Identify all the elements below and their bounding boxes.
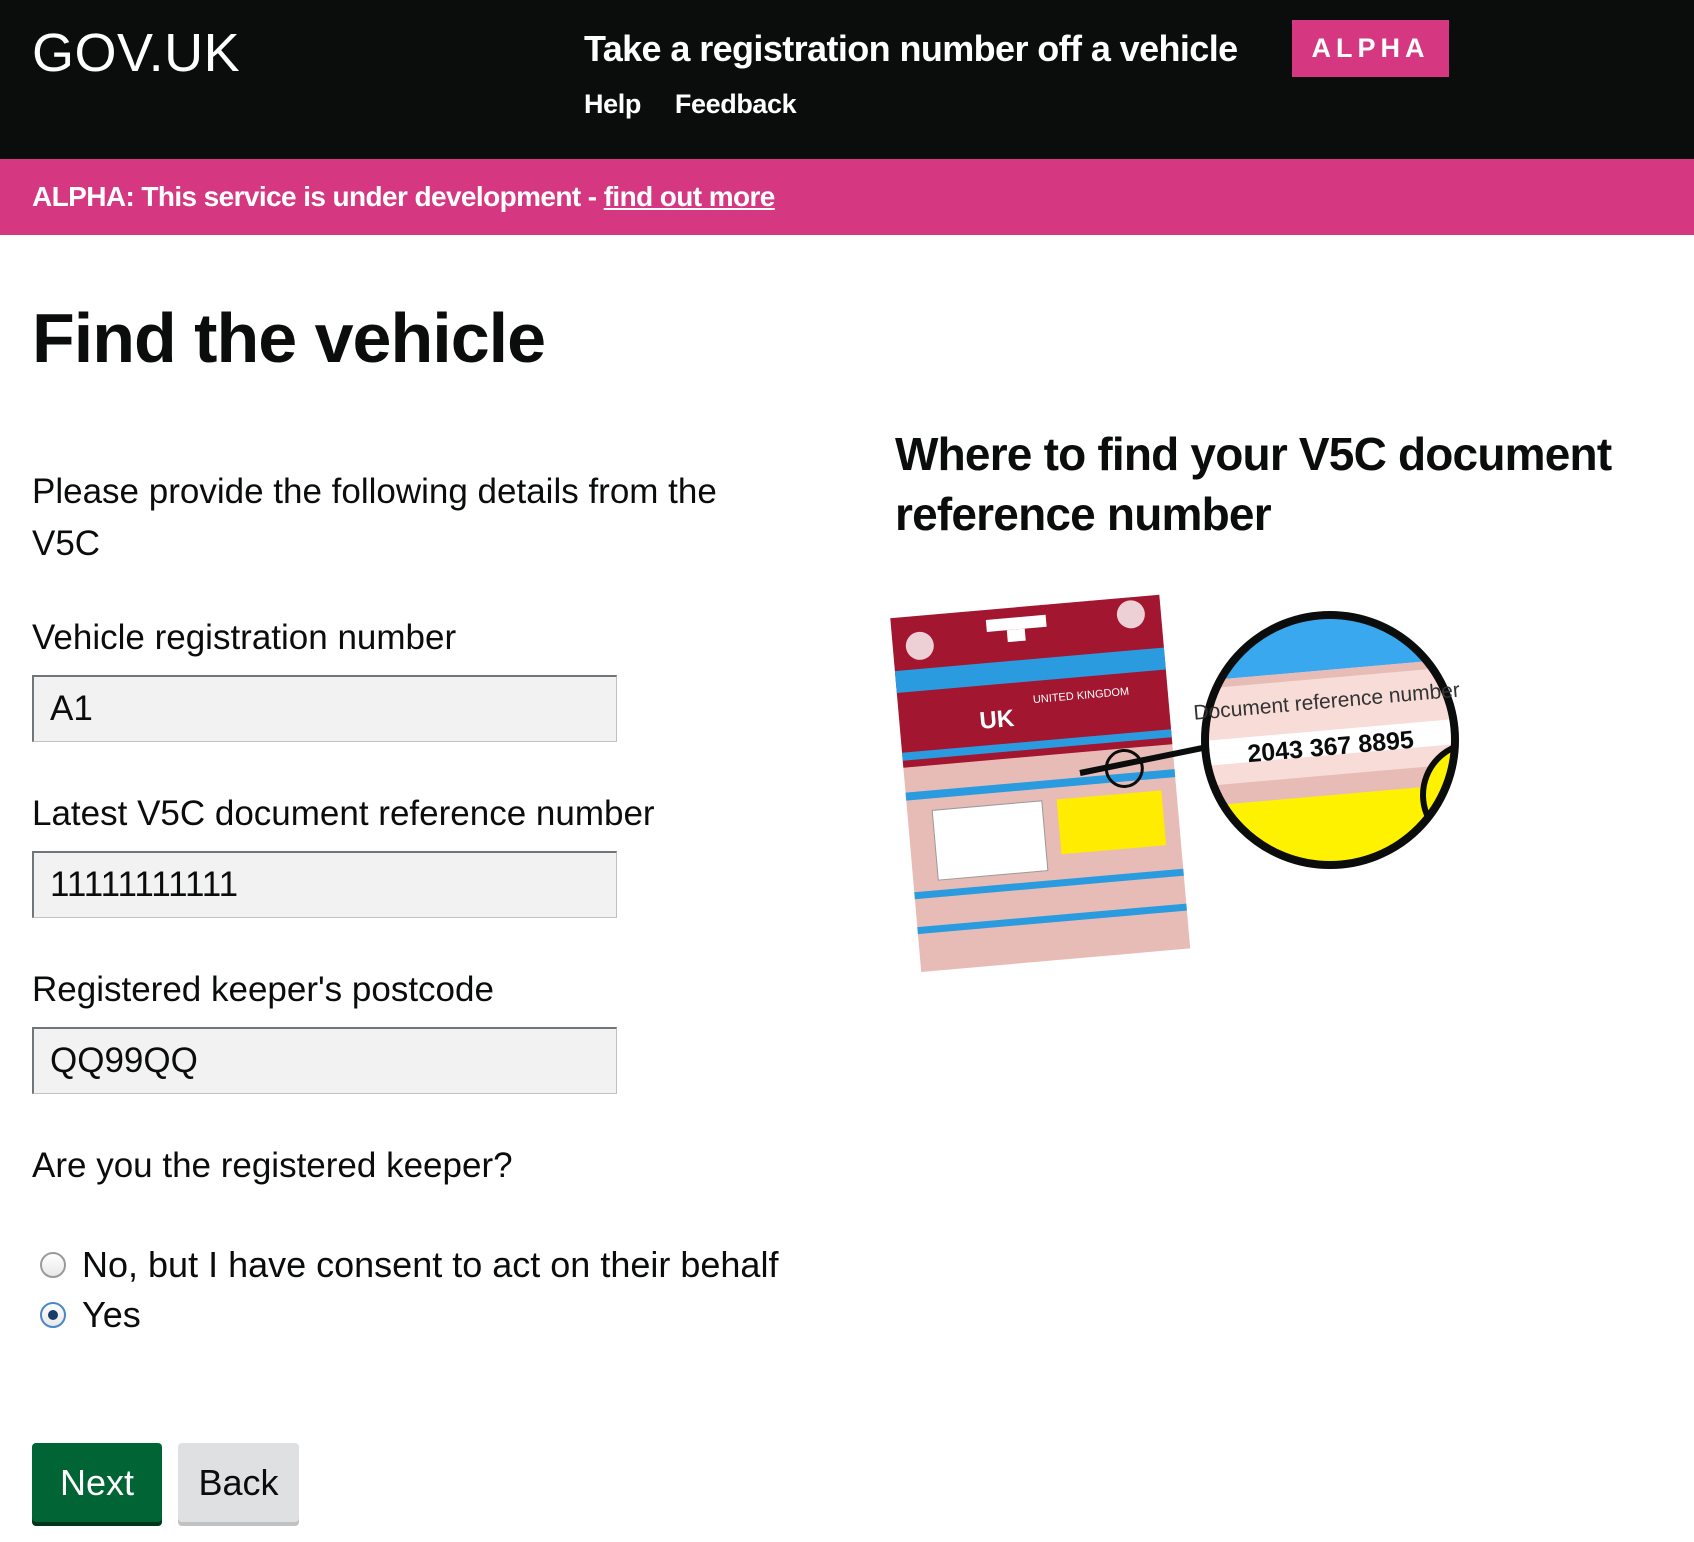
radio-option-consent[interactable]: No, but I have consent to act on their b… (40, 1244, 778, 1286)
radio-button-consent[interactable] (40, 1252, 66, 1278)
phase-tag: ALPHA (1292, 20, 1449, 77)
page-title: Find the vehicle (32, 299, 546, 377)
radio-button-yes[interactable] (40, 1302, 66, 1328)
phase-banner: ALPHA: This service is under development… (0, 159, 1694, 235)
radio-label-consent[interactable]: No, but I have consent to act on their b… (82, 1244, 778, 1286)
v5c-white-box (931, 800, 1049, 881)
vehicle-registration-label: Vehicle registration number (32, 618, 457, 657)
help-link[interactable]: Help (584, 89, 641, 120)
postcode-input[interactable] (32, 1027, 617, 1094)
radio-label-yes[interactable]: Yes (82, 1294, 141, 1336)
v5c-title-tab (1006, 628, 1026, 643)
govuk-logo[interactable]: GOV.UK (32, 22, 240, 84)
v5c-yellow-box (1056, 790, 1167, 855)
document-reference-label: Latest V5C document reference number (32, 794, 655, 833)
v5c-country-short: UK (978, 705, 1016, 735)
intro-text: Please provide the following details fro… (32, 472, 717, 563)
v5c-document-illustration: UNITED KINGDOM UK Document reference num… (890, 594, 1461, 972)
back-button[interactable]: Back (178, 1443, 299, 1522)
header-nav: Help Feedback (584, 89, 797, 120)
v5c-help-heading: Where to find your V5C document referenc… (895, 428, 1612, 540)
document-reference-input[interactable] (32, 851, 617, 918)
feedback-link[interactable]: Feedback (675, 89, 797, 120)
find-out-more-link[interactable]: find out more (604, 181, 776, 212)
radio-option-yes[interactable]: Yes (40, 1294, 141, 1336)
next-button[interactable]: Next (32, 1443, 162, 1522)
phase-banner-text: ALPHA: This service is under development… (32, 181, 775, 213)
registered-keeper-question: Are you the registered keeper? (32, 1146, 513, 1185)
site-header: GOV.UK Take a registration number off a … (0, 0, 1694, 159)
postcode-label: Registered keeper's postcode (32, 970, 494, 1009)
phase-banner-message: ALPHA: This service is under development… (32, 181, 604, 212)
service-name-link[interactable]: Take a registration number off a vehicle (584, 28, 1238, 70)
radio-selected-dot (48, 1310, 58, 1320)
vehicle-registration-input[interactable] (32, 675, 617, 742)
